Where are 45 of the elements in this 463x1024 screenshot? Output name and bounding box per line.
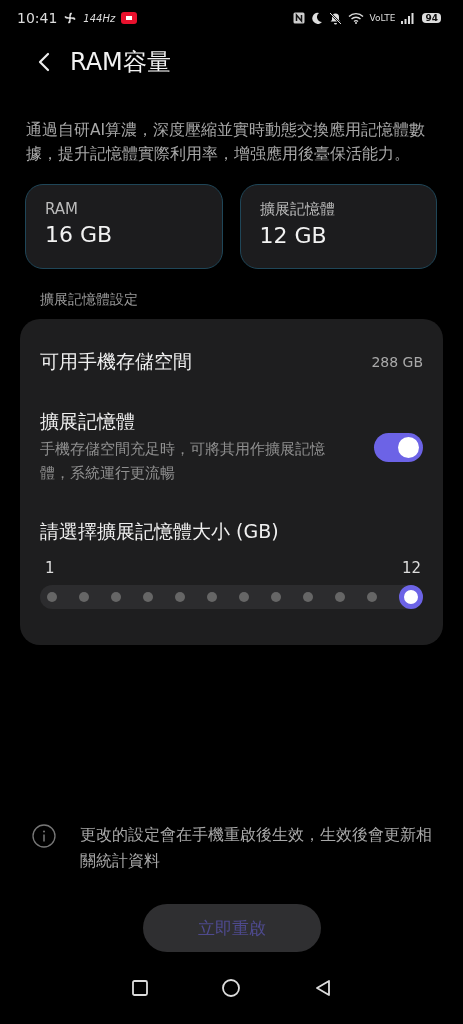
slider-step-dot bbox=[143, 592, 153, 602]
slider-track[interactable] bbox=[40, 585, 423, 609]
triangle-icon bbox=[314, 979, 331, 997]
setting-title: 請選擇擴展記憶體大小 (GB) bbox=[40, 519, 280, 544]
square-icon bbox=[132, 980, 149, 996]
slider-step-dot bbox=[207, 592, 217, 602]
slider-step-dot bbox=[335, 592, 345, 602]
setting-value: 288 GB bbox=[371, 354, 423, 370]
slider-step-dot bbox=[47, 592, 57, 602]
slider-step-dot bbox=[303, 592, 313, 602]
wifi-icon bbox=[347, 12, 364, 24]
video-app-icon bbox=[121, 12, 138, 24]
page-title: RAM容量 bbox=[70, 47, 171, 78]
refresh-rate: 144Hz bbox=[83, 12, 116, 24]
slider-step-dot bbox=[367, 592, 377, 602]
memory-value: 12 GB bbox=[259, 223, 328, 248]
section-title: 擴展記憶體設定 bbox=[40, 291, 139, 309]
memory-label: 擴展記憶體 bbox=[259, 200, 336, 219]
network-label: VoLTE bbox=[369, 13, 396, 23]
slider-step-dot bbox=[271, 592, 281, 602]
nfc-icon bbox=[292, 12, 305, 24]
toggle-switch[interactable] bbox=[374, 432, 423, 462]
slider-step-dot bbox=[79, 592, 89, 602]
slider-max-label: 12 bbox=[401, 559, 421, 577]
circle-icon bbox=[222, 979, 241, 997]
info-icon bbox=[32, 824, 56, 848]
slider-min-label: 1 bbox=[45, 559, 55, 577]
setting-title: 擴展記憶體 bbox=[40, 409, 136, 434]
slider-step-dot bbox=[175, 592, 185, 602]
moon-icon bbox=[310, 12, 323, 24]
setting-title: 可用手機存儲空間 bbox=[40, 349, 192, 374]
back-icon bbox=[38, 52, 50, 72]
battery-level: 94 bbox=[422, 13, 441, 23]
slider-step-dot bbox=[239, 592, 249, 602]
memory-label: RAM bbox=[45, 200, 80, 218]
slider-thumb[interactable] bbox=[399, 585, 423, 609]
slider-step-dot bbox=[111, 592, 121, 602]
clock-time: 10:41 bbox=[17, 10, 58, 26]
fan-icon bbox=[63, 11, 78, 25]
description-text: 通過自研AI算濃，深度壓縮並實時動態交換應用記憶體數據，提升記憶體實際利用率，增强應用後臺保活能力。 bbox=[26, 120, 427, 165]
muted-bell-icon bbox=[328, 11, 342, 25]
notice-text: 更改的設定會在手機重啟後生效，生效後會更新相關統計資料 bbox=[80, 825, 433, 872]
setting-description: 手機存儲空間充足時，可將其用作擴展記憶體，系統運行更流暢 bbox=[40, 440, 326, 483]
signal-icon bbox=[401, 12, 417, 24]
memory-value: 16 GB bbox=[45, 222, 114, 247]
